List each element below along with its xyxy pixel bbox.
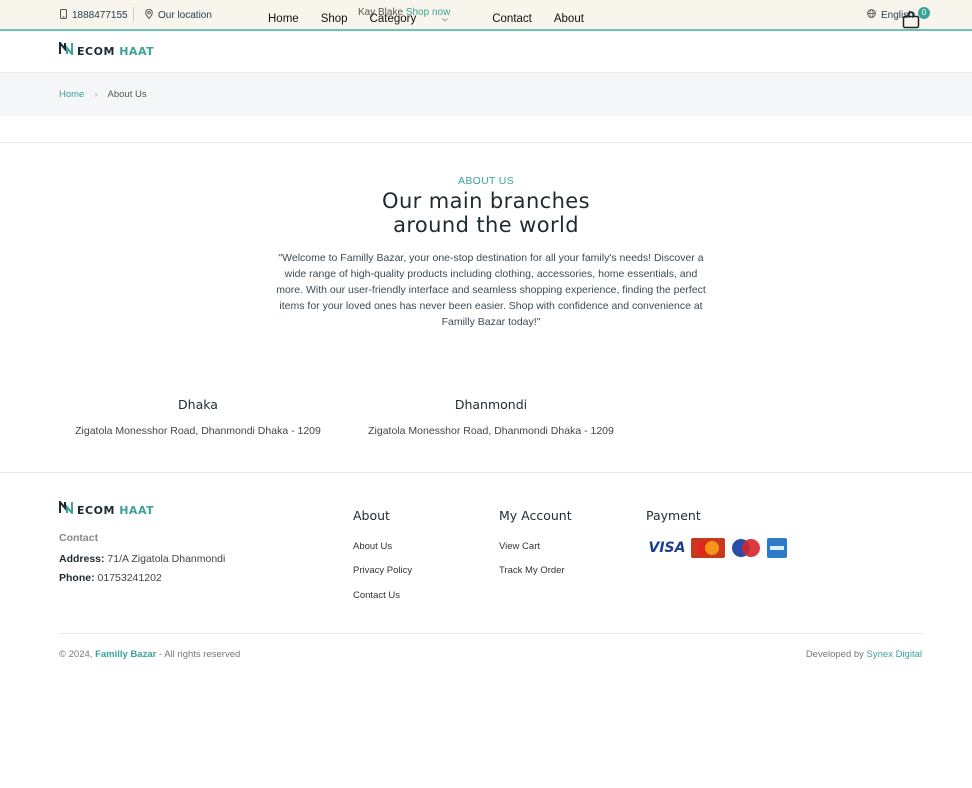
location-pin-icon [145, 8, 153, 22]
nav-contact[interactable]: Contact [492, 13, 532, 25]
section-divider [0, 142, 972, 143]
about-description: "Welcome to Familly Bazar, your one-stop… [276, 252, 706, 328]
developed-prefix: Developed by [805, 649, 867, 660]
location-info[interactable]: Our location [145, 8, 212, 22]
logo-text-part2: HAAT [119, 44, 155, 58]
logo-text: ECOM HAAT [77, 504, 154, 517]
footer-link-contact-us[interactable]: Contact Us [353, 590, 400, 601]
footer-link-privacy-policy[interactable]: Privacy Policy [353, 565, 412, 576]
about-eyebrow: ABOUT US [458, 175, 514, 187]
logo-mark-icon [59, 40, 73, 60]
footer-divider [0, 472, 972, 473]
phone-number: 1888477155 [72, 10, 128, 21]
branch-name: Dhaka [178, 397, 218, 412]
location-label: Our location [158, 10, 212, 21]
shopping-bag-icon [902, 11, 920, 33]
footer-address: Address: 71/A Zigatola Dhanmondi [59, 553, 225, 565]
amex-icon [767, 538, 787, 558]
footer-payment-title: Payment [646, 508, 701, 523]
footer-about-title: About [353, 508, 390, 523]
footer-link-view-cart[interactable]: View Cart [499, 541, 540, 552]
copyright-suffix: - All rights reserved [156, 649, 241, 660]
nav-shop[interactable]: Shop [321, 13, 348, 25]
phone-value: 01753241202 [94, 572, 162, 584]
branch-address: Zigatola Monesshor Road, Dhanmondi Dhaka… [368, 425, 614, 437]
nav-home[interactable]: Home [268, 13, 299, 25]
phone-icon [60, 9, 67, 22]
breadcrumb: Home › About Us [59, 89, 147, 100]
site-logo[interactable]: ECOM HAAT [59, 40, 154, 60]
payment-methods: VISA [647, 538, 787, 558]
footer-account-title: My Account [499, 508, 572, 523]
chevron-down-icon [442, 13, 449, 25]
main-nav: Home Shop Category Contact About [268, 13, 606, 25]
cart-count-badge: 0 [918, 7, 930, 19]
topbar-separator [133, 7, 134, 22]
visa-icon: VISA [647, 538, 687, 558]
branch-name: Dhanmondi [454, 397, 528, 412]
copyright-prefix: © 2024, [59, 649, 96, 660]
address-value: 71/A Zigatola Dhanmondi [104, 553, 226, 565]
branch-address: Zigatola Monesshor Road, Dhanmondi Dhaka… [75, 425, 321, 437]
about-heading: Our main branches around the world [0, 189, 972, 237]
globe-icon [867, 9, 876, 21]
logo-text-part1: ECOM [77, 503, 120, 517]
logo-text-part1: ECOM [77, 44, 120, 58]
breadcrumb-separator-icon: › [94, 89, 98, 100]
breadcrumb-bar: Home › About Us [0, 73, 972, 116]
footer-logo[interactable]: ECOM HAAT [59, 499, 154, 519]
mastercard-icon [691, 538, 725, 558]
phone-info[interactable]: 1888477155 [60, 9, 128, 22]
footer-contact-title: Contact [59, 532, 99, 544]
copyright-brand-link[interactable]: Familly Bazar [95, 649, 156, 660]
phone-label: Phone: [59, 572, 95, 584]
logo-text-part2: HAAT [119, 503, 155, 517]
about-heading-line2: around the world [393, 213, 579, 237]
footer-link-about-us[interactable]: About Us [353, 541, 392, 552]
about-heading-line1: Our main branches [382, 189, 590, 213]
logo-mark-icon [59, 499, 73, 519]
logo-text: ECOM HAAT [77, 45, 154, 58]
nav-category[interactable]: Category [370, 13, 471, 25]
copyright: © 2024, Familly Bazar - All rights reser… [59, 649, 240, 660]
developer-credit: Developed by Synex Digital [806, 649, 922, 660]
footer-link-track-order[interactable]: Track My Order [499, 565, 565, 576]
nav-category-label: Category [369, 13, 417, 25]
breadcrumb-current: About Us [107, 89, 147, 100]
footer-bottom-divider [59, 633, 923, 634]
nav-about[interactable]: About [554, 13, 584, 25]
maestro-icon [729, 538, 763, 558]
developer-link[interactable]: Synex Digital [867, 649, 922, 660]
address-label: Address: [59, 553, 105, 565]
footer-phone: Phone: 01753241202 [59, 572, 162, 584]
breadcrumb-home[interactable]: Home [59, 89, 84, 100]
